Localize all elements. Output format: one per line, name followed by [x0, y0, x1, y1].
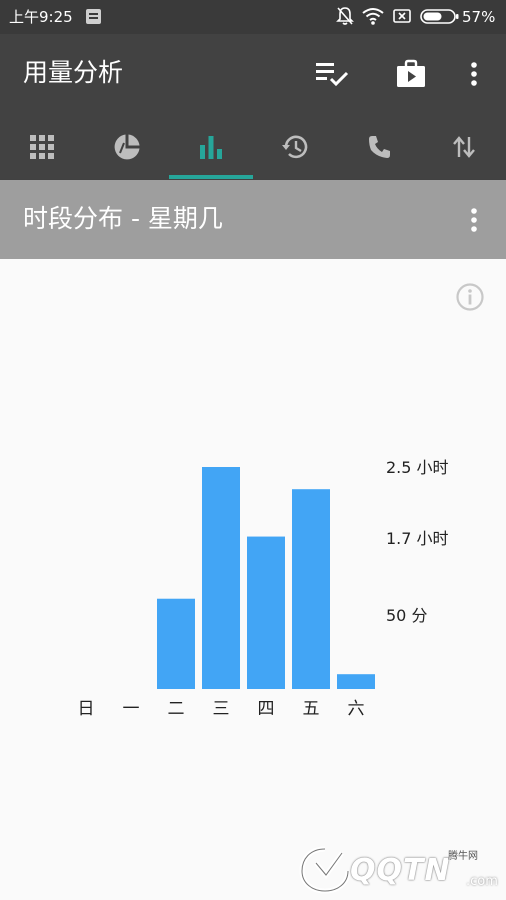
watermark-text: QQTN	[350, 853, 451, 888]
reference-label: 1.7 小时	[386, 529, 449, 548]
day-label: 四	[258, 699, 275, 719]
chart-bar	[247, 536, 285, 689]
day-label: 五	[303, 699, 320, 719]
chart-bar	[292, 489, 330, 689]
watermark-domain: .com	[466, 874, 498, 889]
reference-label: 2.5 小时	[386, 458, 449, 477]
day-label: 二	[168, 699, 185, 719]
chart-bar	[157, 598, 195, 689]
watermark-small-text: 腾牛网	[448, 851, 478, 862]
chart-bar	[337, 674, 375, 689]
weekday-bar-chart: 日 一 二 三 四 五 六 2.5 小时 1.7 小时 50 分	[78, 458, 449, 719]
day-label: 三	[213, 699, 230, 719]
day-label: 六	[348, 699, 365, 719]
reference-label: 50 分	[386, 606, 427, 625]
chart-bar	[202, 467, 240, 689]
day-label: 一	[123, 699, 140, 719]
watermark: QQTN 腾牛网 .com	[298, 845, 498, 895]
watermark-logo	[299, 846, 351, 894]
day-label: 日	[78, 699, 95, 719]
